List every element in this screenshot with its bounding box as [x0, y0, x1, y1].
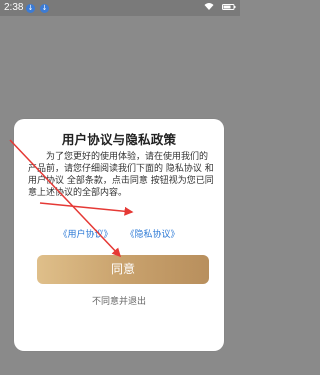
- status-bar: 2:38 ↓ ↓: [0, 0, 240, 16]
- disagree-exit-link[interactable]: 不同意并退出: [14, 294, 224, 307]
- agree-button[interactable]: 同意: [37, 255, 209, 284]
- privacy-policy-link[interactable]: 《隐私协议》: [125, 227, 179, 240]
- battery-icon: [222, 4, 236, 10]
- dialog-links: 《用户协议》 《隐私协议》: [14, 227, 224, 240]
- privacy-dialog: 用户协议与隐私政策 为了您更好的使用体验，请在使用我们的产品前，请您仔细阅读我们…: [14, 119, 224, 351]
- wifi-icon: [204, 3, 214, 10]
- dialog-body-text: 为了您更好的使用体验，请在使用我们的产品前，请您仔细阅读我们下面的 隐私协议 和…: [28, 152, 214, 198]
- dialog-title: 用户协议与隐私政策: [61, 132, 177, 147]
- download-badge-1-icon: ↓: [26, 4, 35, 13]
- status-time: 2:38: [4, 2, 24, 13]
- user-agreement-link[interactable]: 《用户协议》: [59, 227, 113, 240]
- download-badge-2-icon: ↓: [40, 4, 49, 13]
